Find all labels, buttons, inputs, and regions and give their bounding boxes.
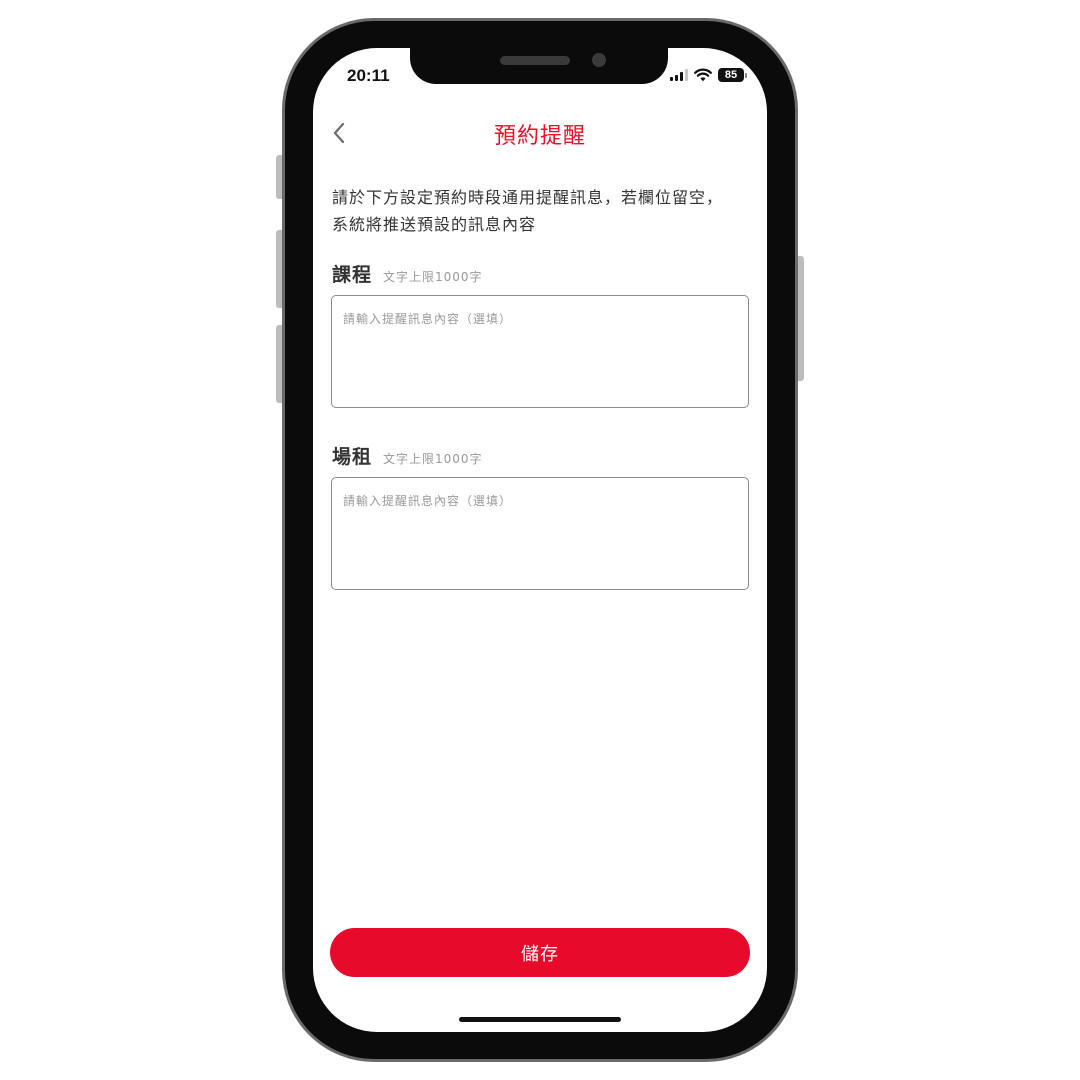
section-hint-venue: 文字上限1000字 [383,452,483,466]
battery-icon: 85 [718,68,747,82]
wifi-icon [694,68,712,82]
save-button[interactable]: 儲存 [330,928,750,977]
home-indicator[interactable] [459,1017,621,1022]
speaker-grille [500,56,570,65]
section-header-venue: 場租 文字上限1000字 [332,442,483,469]
status-time: 20:11 [347,66,390,85]
section-label-venue: 場租 [332,446,373,468]
section-label-course: 課程 [332,264,373,286]
section-header-course: 課程 文字上限1000字 [332,260,483,287]
phone-screen: 20:11 85 預約提醒 請於下方設定預約時段通用提醒訊息，若欄位留空，系統將… [313,48,767,1032]
status-icons: 85 [670,68,747,82]
signal-icon [670,69,688,81]
intro-text: 請於下方設定預約時段通用提醒訊息，若欄位留空，系統將推送預設的訊息內容 [332,188,724,234]
page-title: 預約提醒 [493,124,586,149]
course-reminder-input[interactable] [331,295,749,408]
stage: 20:11 85 預約提醒 請於下方設定預約時段通用提醒訊息，若欄位留空，系統將… [0,0,1080,1080]
battery-level: 85 [718,68,744,82]
notch [410,48,668,84]
section-hint-course: 文字上限1000字 [383,270,483,284]
venue-reminder-input[interactable] [331,477,749,590]
front-camera [592,53,606,67]
